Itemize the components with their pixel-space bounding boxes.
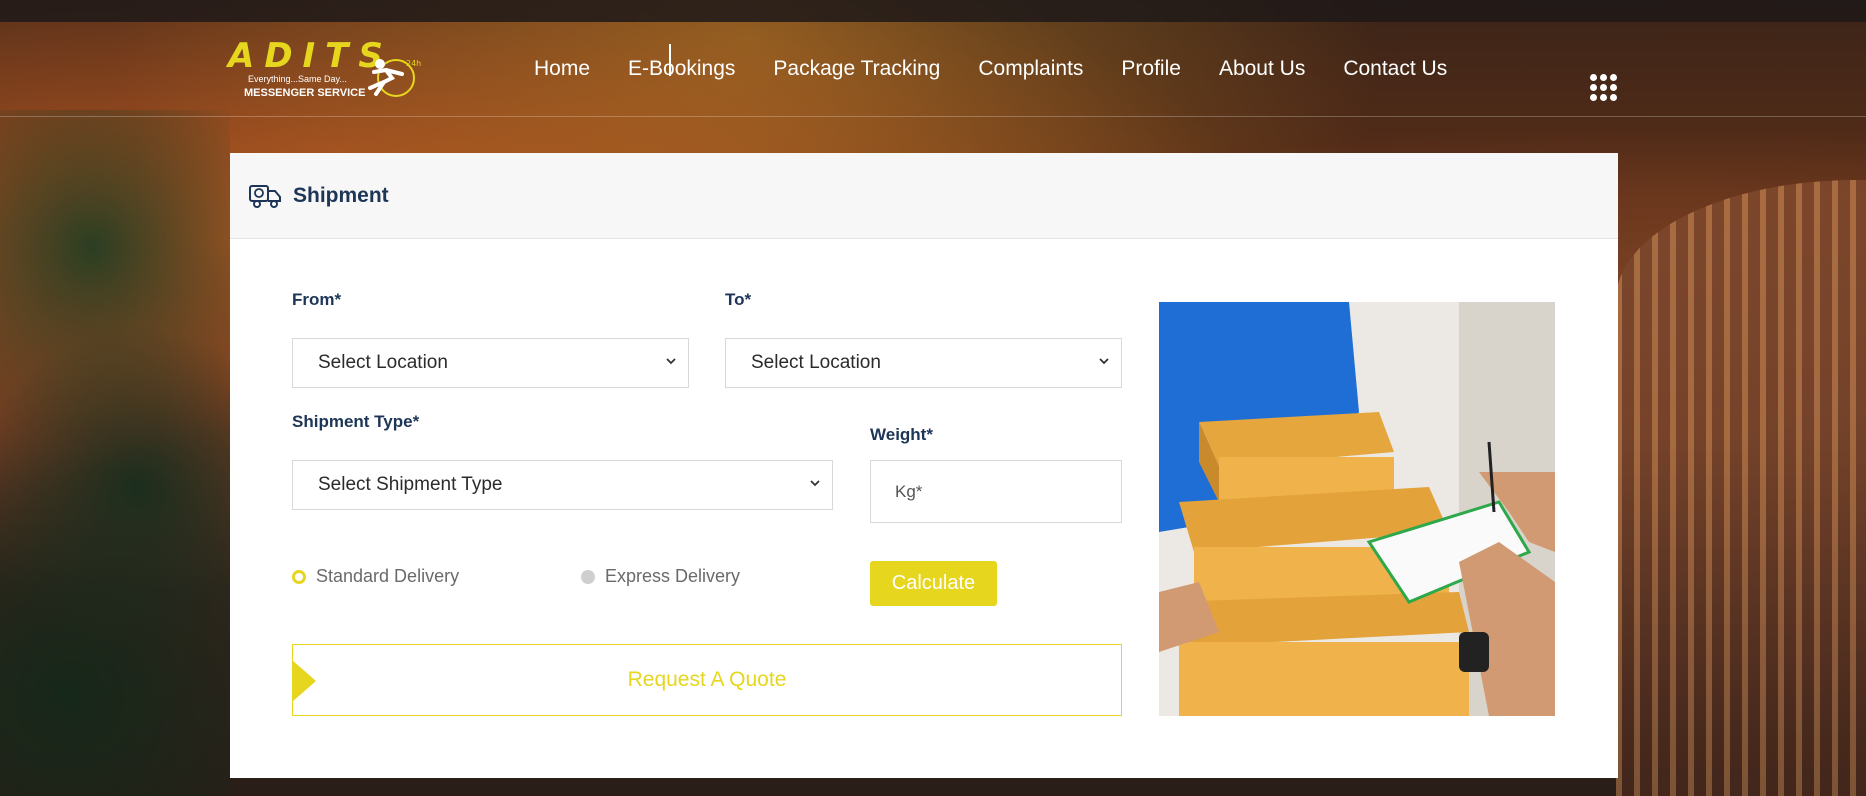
shipment-card-header: Shipment (230, 153, 1618, 239)
from-select[interactable]: Select Location (292, 338, 689, 388)
nav-contact-us[interactable]: Contact Us (1324, 57, 1466, 81)
request-quote-button[interactable]: Request A Quote (292, 644, 1122, 716)
from-select-value: Select Location (318, 352, 448, 373)
nav-about-us[interactable]: About Us (1200, 57, 1324, 81)
logo-service-text: MESSENGER SERVICE (244, 87, 366, 99)
nav-package-tracking[interactable]: Package Tracking (754, 57, 959, 81)
nav-e-bookings[interactable]: E-Bookings (609, 57, 754, 81)
background-trees (0, 110, 230, 796)
request-quote-label: Request A Quote (627, 668, 787, 691)
logo-badge: 24h (406, 59, 421, 68)
chevron-down-icon (1099, 358, 1109, 365)
shipment-type-label: Shipment Type* (292, 412, 420, 431)
logo-tagline: Everything...Same Day... (248, 74, 347, 84)
radio-selected-icon (292, 569, 306, 584)
runner-icon: 24h (368, 59, 421, 97)
to-select-value: Select Location (751, 352, 881, 373)
radio-unselected-icon (581, 569, 595, 584)
standard-delivery-label: Standard Delivery (316, 566, 460, 586)
chevron-down-icon (666, 358, 676, 365)
to-label: To* (725, 290, 752, 309)
nav-home[interactable]: Home (515, 57, 609, 81)
background-building (1616, 180, 1866, 796)
standard-delivery-radio[interactable]: Standard Delivery (292, 566, 459, 587)
express-delivery-radio[interactable]: Express Delivery (581, 566, 740, 587)
shipment-card: Shipment From* Select Location To* Selec… (230, 153, 1618, 778)
card-title: Shipment (293, 183, 389, 207)
weight-label: Weight* (870, 425, 933, 444)
main-navbar: ADITS Everything...Same Day... MESSENGER… (0, 22, 1866, 117)
nav-complaints[interactable]: Complaints (959, 57, 1102, 81)
delivery-truck-icon (249, 184, 281, 208)
shipment-type-select[interactable]: Select Shipment Type (292, 460, 833, 510)
brand-logo[interactable]: ADITS Everything...Same Day... MESSENGER… (228, 36, 428, 106)
weight-input[interactable] (870, 460, 1122, 523)
to-select[interactable]: Select Location (725, 338, 1122, 388)
nav-profile[interactable]: Profile (1102, 57, 1200, 81)
calculate-button[interactable]: Calculate (870, 561, 997, 606)
nav-menu: Home E-Bookings Package Tracking Complai… (515, 57, 1466, 81)
shipment-type-value: Select Shipment Type (318, 474, 503, 495)
grid-dots-icon[interactable] (1590, 74, 1618, 102)
arrow-right-icon (292, 660, 316, 702)
courier-boxes-image (1159, 302, 1555, 716)
top-info-strip (0, 0, 1866, 22)
from-label: From* (292, 290, 342, 309)
express-delivery-label: Express Delivery (605, 566, 741, 586)
chevron-down-icon (810, 480, 820, 487)
